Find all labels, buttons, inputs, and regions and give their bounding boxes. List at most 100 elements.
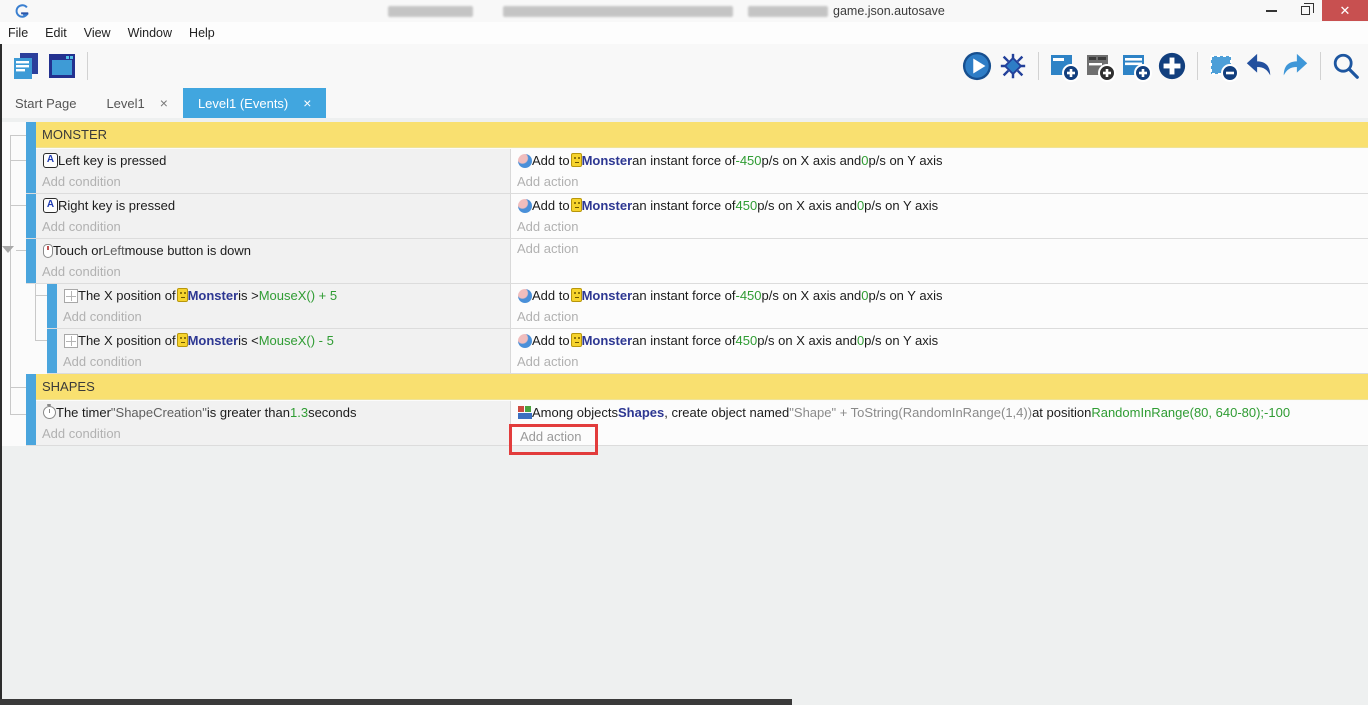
tree-line xyxy=(10,414,26,415)
conditions-cell: The X position of Monster is < MouseX() … xyxy=(57,329,510,374)
action-text[interactable]: Add to Monster an instant force of -450 … xyxy=(511,284,1368,307)
tree-line xyxy=(35,340,47,341)
action-text[interactable]: Add to Monster an instant force of 450 p… xyxy=(511,329,1368,352)
text-segment: The timer xyxy=(56,405,111,420)
text-segment: is < xyxy=(238,333,259,348)
event-gutter xyxy=(0,149,26,194)
condition-text[interactable]: The X position of Monster is < MouseX() … xyxy=(57,329,510,352)
text-segment: Add to xyxy=(532,288,570,303)
group-header[interactable]: MONSTER xyxy=(36,122,1368,148)
event-selection-bar[interactable] xyxy=(26,122,36,149)
menu-item-file[interactable]: File xyxy=(8,26,39,40)
close-button[interactable]: ✕ xyxy=(1322,0,1368,21)
text-segment: p/s on X axis and xyxy=(762,288,862,303)
toolbar-separator xyxy=(87,52,88,80)
add-condition-button[interactable]: Add condition xyxy=(36,172,510,193)
condition-text[interactable]: The X position of Monster is > MouseX() … xyxy=(57,284,510,307)
action-text[interactable]: Add to Monster an instant force of 450 p… xyxy=(511,194,1368,217)
mouse-icon xyxy=(43,244,53,258)
action-text[interactable]: Add to Monster an instant force of -450 … xyxy=(511,149,1368,172)
redo-icon[interactable] xyxy=(1278,49,1312,83)
add-comment-icon[interactable] xyxy=(1083,49,1117,83)
play-icon[interactable] xyxy=(960,49,994,83)
scene-editor-icon[interactable] xyxy=(45,49,79,83)
undo-icon[interactable] xyxy=(1242,49,1276,83)
event-selection-bar[interactable] xyxy=(47,284,57,329)
debug-icon[interactable] xyxy=(996,49,1030,83)
tab-label: Start Page xyxy=(15,96,76,111)
add-action-button[interactable]: Add action xyxy=(511,352,1368,373)
tab-level1-events-[interactable]: Level1 (Events)× xyxy=(183,88,327,118)
add-circle-icon[interactable] xyxy=(1155,49,1189,83)
restore-button[interactable] xyxy=(1288,0,1322,21)
add-action-button[interactable]: Add action xyxy=(520,429,581,444)
text-segment: seconds xyxy=(308,405,356,420)
event-selection-bar[interactable] xyxy=(26,401,36,446)
tree-line xyxy=(35,295,47,296)
text-segment: Among objects xyxy=(532,405,618,420)
text-segment: Add to xyxy=(532,153,570,168)
event-gutter xyxy=(0,401,26,446)
add-condition-button[interactable]: Add condition xyxy=(57,307,510,328)
toolbar-left xyxy=(8,49,95,83)
unselect-icon[interactable] xyxy=(1206,49,1240,83)
conditions-cell: Right key is pressedAdd condition xyxy=(36,194,510,239)
add-condition-button[interactable]: Add condition xyxy=(36,262,510,283)
text-segment: an instant force of xyxy=(632,288,735,303)
add-event-icon[interactable] xyxy=(1047,49,1081,83)
close-tab-icon[interactable]: × xyxy=(303,95,311,111)
actions-cell: Add to Monster an instant force of -450 … xyxy=(510,284,1368,329)
add-condition-button[interactable]: Add condition xyxy=(57,352,510,373)
event-gutter xyxy=(0,329,47,374)
project-manager-icon[interactable] xyxy=(9,49,43,83)
menu-item-help[interactable]: Help xyxy=(189,26,226,40)
force-icon xyxy=(518,289,532,303)
menu-item-view[interactable]: View xyxy=(84,26,122,40)
condition-text[interactable]: The timer "ShapeCreation" is greater tha… xyxy=(36,401,510,424)
add-action-button[interactable]: Add action xyxy=(511,172,1368,193)
event-row: Left key is pressedAdd conditionAdd to M… xyxy=(0,149,1368,194)
text-segment: Add to xyxy=(532,333,570,348)
tab-start-page[interactable]: Start Page xyxy=(0,88,91,118)
toolbar-separator xyxy=(1197,52,1198,80)
events-rows: MONSTERLeft key is pressedAdd conditionA… xyxy=(0,122,1368,446)
event-selection-bar[interactable] xyxy=(26,374,36,401)
search-icon[interactable] xyxy=(1329,49,1363,83)
tab-level1[interactable]: Level1× xyxy=(91,88,183,118)
add-action-button[interactable]: Add action xyxy=(511,307,1368,328)
close-tab-icon[interactable]: × xyxy=(160,95,168,111)
condition-text[interactable]: Right key is pressed xyxy=(36,194,510,217)
actions-cell: Add to Monster an instant force of -450 … xyxy=(510,149,1368,194)
condition-text[interactable]: Left key is pressed xyxy=(36,149,510,172)
monster-icon xyxy=(177,288,188,302)
add-action-row: Add action xyxy=(511,424,1368,445)
add-action-button[interactable]: Add action xyxy=(511,217,1368,238)
group-header[interactable]: SHAPES xyxy=(36,374,1368,400)
collapse-arrow-icon[interactable] xyxy=(2,246,14,253)
event-selection-bar[interactable] xyxy=(26,149,36,194)
position-icon xyxy=(64,289,78,303)
event-selection-bar[interactable] xyxy=(26,194,36,239)
monster-icon xyxy=(571,198,582,212)
add-condition-button[interactable]: Add condition xyxy=(36,424,510,445)
action-text[interactable]: Among objects Shapes, create object name… xyxy=(511,401,1368,424)
text-segment: 0 xyxy=(861,153,868,168)
event-selection-bar[interactable] xyxy=(47,329,57,374)
force-icon xyxy=(518,154,532,168)
add-action-button[interactable]: Add action xyxy=(511,239,1368,260)
menu-item-edit[interactable]: Edit xyxy=(45,26,78,40)
force-icon xyxy=(518,334,532,348)
menu-bar: File Edit View Window Help xyxy=(0,22,1368,44)
keyboard-icon xyxy=(43,198,58,213)
conditions-cell: The timer "ShapeCreation" is greater tha… xyxy=(36,401,510,446)
text-segment: 450 xyxy=(736,333,758,348)
monster-icon xyxy=(571,288,582,302)
condition-text[interactable]: Touch or Left mouse button is down xyxy=(36,239,510,262)
add-condition-button[interactable]: Add condition xyxy=(36,217,510,238)
minimize-button[interactable] xyxy=(1254,0,1288,21)
menu-item-window[interactable]: Window xyxy=(128,26,183,40)
add-subevent-icon[interactable] xyxy=(1119,49,1153,83)
text-segment: The X position of xyxy=(78,333,176,348)
title-bar: game.json.autosave ✕ xyxy=(0,0,1368,22)
event-selection-bar[interactable] xyxy=(26,239,36,284)
